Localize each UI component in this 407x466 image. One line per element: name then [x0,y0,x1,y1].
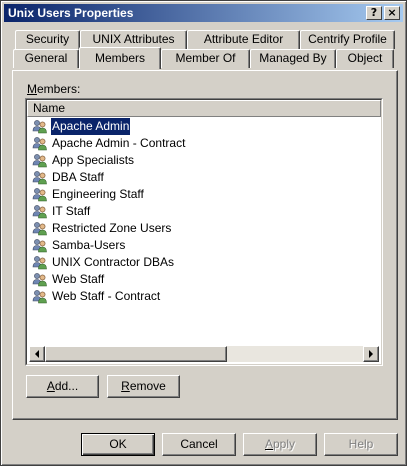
group-icon [32,188,47,202]
member-name: App Specialists [52,153,135,167]
group-icon [32,239,47,253]
close-icon[interactable]: × [384,6,400,20]
list-item[interactable]: Apache Admin - Contract [29,135,379,152]
members-list[interactable]: Name Apache Admin Apache Admin - Contract… [25,98,383,366]
list-item[interactable]: DBA Staff [29,169,379,186]
group-icon [32,205,47,219]
list-item[interactable]: IT Staff [29,203,379,220]
scroll-right-icon[interactable] [363,346,379,362]
member-name: DBA Staff [52,170,104,184]
member-name: Web Staff - Contract [52,289,161,303]
list-item[interactable]: App Specialists [29,152,379,169]
window-title: Unix Users Properties [8,6,134,20]
member-name: Apache Admin - Contract [52,136,186,150]
tab-object[interactable]: Object [336,49,394,68]
ok-button[interactable]: OK [81,433,155,456]
group-icon [32,154,47,168]
list-item[interactable]: Engineering Staff [29,186,379,203]
remove-button[interactable]: Remove [107,375,180,398]
member-name: UNIX Contractor DBAs [52,255,175,269]
member-name: Engineering Staff [52,187,144,201]
list-item[interactable]: Apache Admin [29,118,379,135]
group-icon [32,256,47,270]
group-icon [32,273,47,287]
cancel-button[interactable]: Cancel [162,433,236,456]
horizontal-scrollbar[interactable] [29,346,379,362]
list-item[interactable]: Web Staff - Contract [29,288,379,305]
help-icon[interactable]: ? [366,6,382,20]
properties-dialog: Unix Users Properties ? × Security UNIX … [0,0,407,466]
member-name: Apache Admin [51,118,131,135]
group-icon [32,290,47,304]
members-label: Members: [27,82,81,96]
group-icon [32,120,47,134]
list-item[interactable]: Web Staff [29,271,379,288]
title-bar[interactable]: Unix Users Properties ? × [4,4,403,22]
tab-member-of[interactable]: Member Of [161,49,250,68]
member-name: Samba-Users [52,238,126,252]
members-rows: Apache Admin Apache Admin - Contract App S… [29,118,379,305]
apply-button[interactable]: Apply [243,433,317,456]
group-icon [32,171,47,185]
scrollbar-thumb[interactable] [45,346,227,362]
list-item[interactable]: Samba-Users [29,237,379,254]
tab-general[interactable]: General [13,49,79,68]
list-item[interactable]: UNIX Contractor DBAs [29,254,379,271]
tab-members[interactable]: Members [79,47,161,69]
member-name: Web Staff [52,272,105,286]
member-name: Restricted Zone Users [52,221,172,235]
tab-attribute-editor[interactable]: Attribute Editor [187,30,300,49]
tab-centrify-profile[interactable]: Centrify Profile [300,30,395,49]
tab-managed-by[interactable]: Managed By [250,49,336,68]
group-icon [32,222,47,236]
add-button[interactable]: Add... [26,375,99,398]
member-name: IT Staff [52,204,91,218]
scroll-left-icon[interactable] [29,346,45,362]
group-icon [32,137,47,151]
list-item[interactable]: Restricted Zone Users [29,220,379,237]
name-column-header[interactable]: Name [27,100,381,117]
tab-security[interactable]: Security [15,30,80,49]
help-button[interactable]: Help [324,433,398,456]
